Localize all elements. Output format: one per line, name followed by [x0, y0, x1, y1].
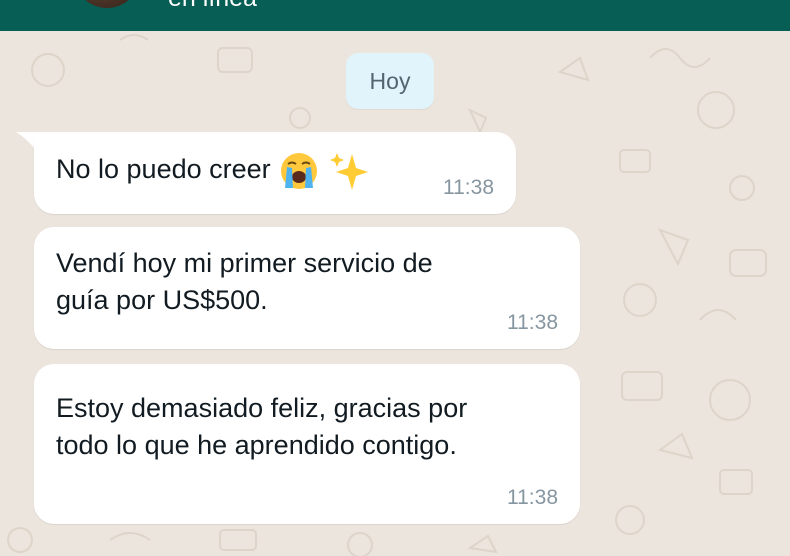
loudly-crying-face-icon — [278, 150, 320, 192]
message-timestamp: 11:38 — [507, 311, 558, 334]
message-bubble[interactable]: Vendí hoy mi primer servicio de guía por… — [34, 227, 580, 349]
message-text: Vendí hoy mi primer servicio de guía por… — [56, 245, 433, 319]
message-bubble[interactable]: No lo puedo creer 11:38 — [34, 132, 516, 214]
message-line: Vendí hoy mi primer servicio de — [56, 248, 433, 278]
contact-avatar[interactable] — [74, 0, 140, 8]
message-bubble[interactable]: Estoy demasiado feliz, gracias por todo … — [34, 364, 580, 524]
message-line: No lo puedo creer — [56, 154, 271, 185]
message-timestamp: 11:38 — [507, 486, 558, 509]
message-line: guía por US$500. — [56, 285, 268, 315]
message-text: No lo puedo creer — [56, 150, 370, 192]
message-timestamp: 11:38 — [443, 176, 494, 199]
message-line: todo lo que he aprendido contigo. — [56, 430, 457, 460]
chat-header[interactable]: en línea — [0, 0, 790, 31]
contact-status: en línea — [168, 0, 257, 13]
sparkles-icon — [328, 150, 370, 192]
chat-screen: en línea Hoy No lo puedo creer — [0, 0, 790, 556]
message-line: Estoy demasiado feliz, gracias por — [56, 393, 468, 423]
date-divider: Hoy — [346, 53, 434, 109]
date-divider-label: Hoy — [369, 67, 411, 94]
bubble-tail — [16, 132, 36, 150]
message-text: Estoy demasiado feliz, gracias por todo … — [56, 390, 467, 464]
